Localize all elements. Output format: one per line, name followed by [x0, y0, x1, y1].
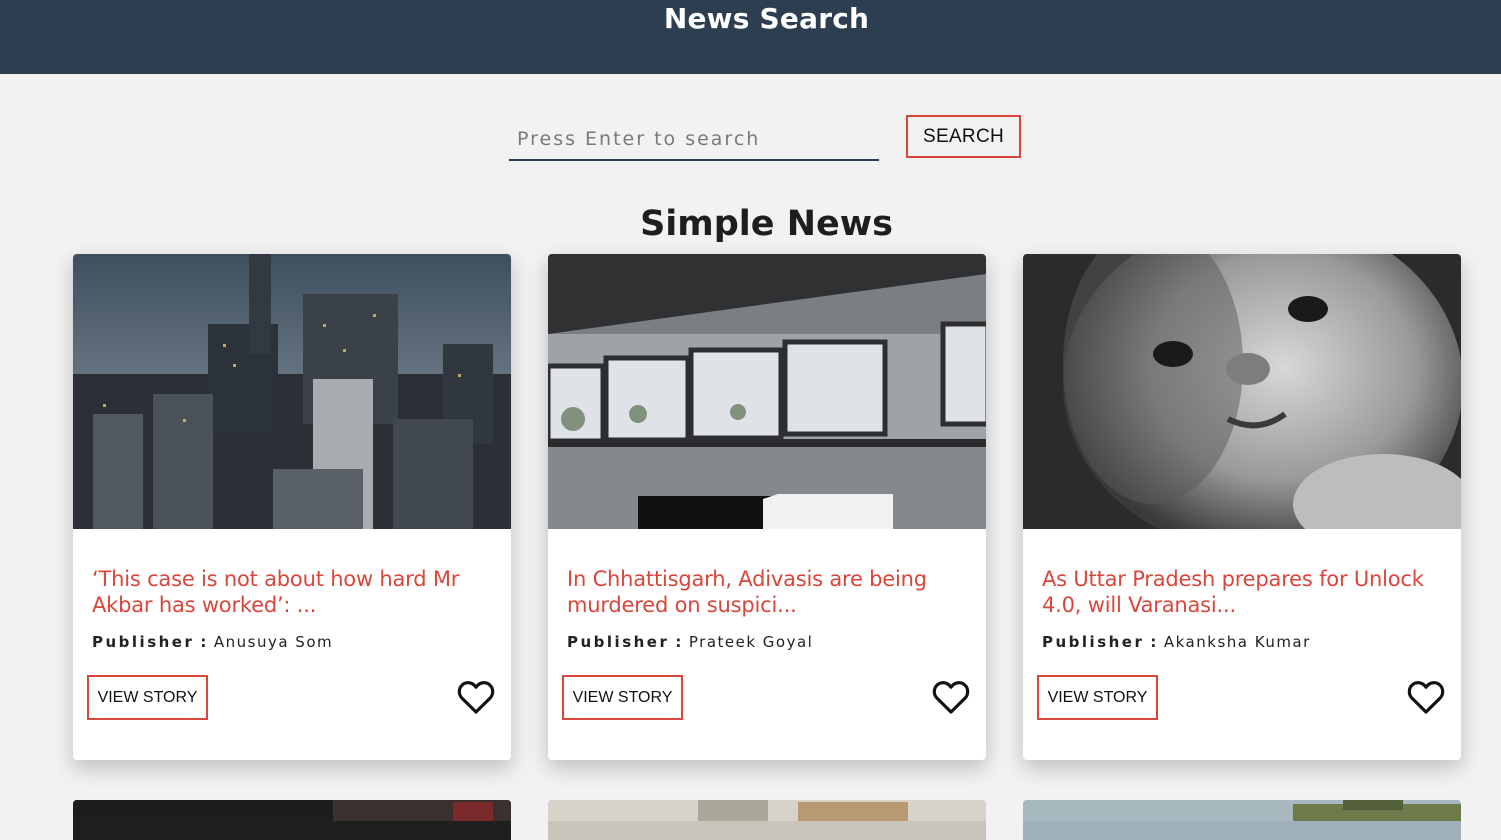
search-input[interactable]	[509, 118, 879, 161]
partial-card-photo	[548, 800, 986, 821]
publisher-line: Publisher: Anusuya Som	[92, 633, 333, 651]
partial-card-photo	[1023, 800, 1461, 821]
news-card: In Chhattisgarh, Adivasis are being murd…	[548, 254, 986, 760]
news-headline[interactable]: ‘This case is not about how hard Mr Akba…	[92, 566, 507, 618]
building-windows-photo	[548, 254, 986, 529]
publisher-name: Akanksha Kumar	[1163, 633, 1311, 651]
heart-outline-icon[interactable]	[457, 679, 495, 715]
view-story-button[interactable]: VIEW STORY	[1037, 675, 1158, 720]
top-header-bar: News Search	[0, 0, 1501, 74]
heart-outline-icon[interactable]	[932, 679, 970, 715]
publisher-name: Anusuya Som	[213, 633, 334, 651]
publisher-label: Publisher	[567, 633, 670, 651]
search-button[interactable]: SEARCH	[906, 115, 1021, 158]
page-header-title: News Search	[663, 2, 870, 35]
news-card-partial	[548, 800, 986, 840]
publisher-label: Publisher	[92, 633, 195, 651]
news-headline[interactable]: In Chhattisgarh, Adivasis are being murd…	[567, 566, 982, 618]
city-skyline-photo	[73, 254, 511, 529]
publisher-label: Publisher	[1042, 633, 1145, 651]
publisher-separator: :	[1150, 633, 1158, 651]
news-headline[interactable]: As Uttar Pradesh prepares for Unlock 4.0…	[1042, 566, 1457, 618]
section-title: Simple News	[640, 204, 893, 244]
view-story-button[interactable]: VIEW STORY	[87, 675, 208, 720]
publisher-separator: :	[675, 633, 683, 651]
view-story-button[interactable]: VIEW STORY	[562, 675, 683, 720]
publisher-separator: :	[200, 633, 208, 651]
publisher-name: Prateek Goyal	[688, 633, 814, 651]
partial-card-photo	[73, 800, 511, 821]
news-card-partial	[73, 800, 511, 840]
news-card: As Uttar Pradesh prepares for Unlock 4.0…	[1023, 254, 1461, 760]
news-card-partial	[1023, 800, 1461, 840]
news-card: ‘This case is not about how hard Mr Akba…	[73, 254, 511, 760]
publisher-line: Publisher: Akanksha Kumar	[1042, 633, 1311, 651]
heart-outline-icon[interactable]	[1407, 679, 1445, 715]
baby-portrait-photo	[1023, 254, 1461, 529]
publisher-line: Publisher: Prateek Goyal	[567, 633, 813, 651]
